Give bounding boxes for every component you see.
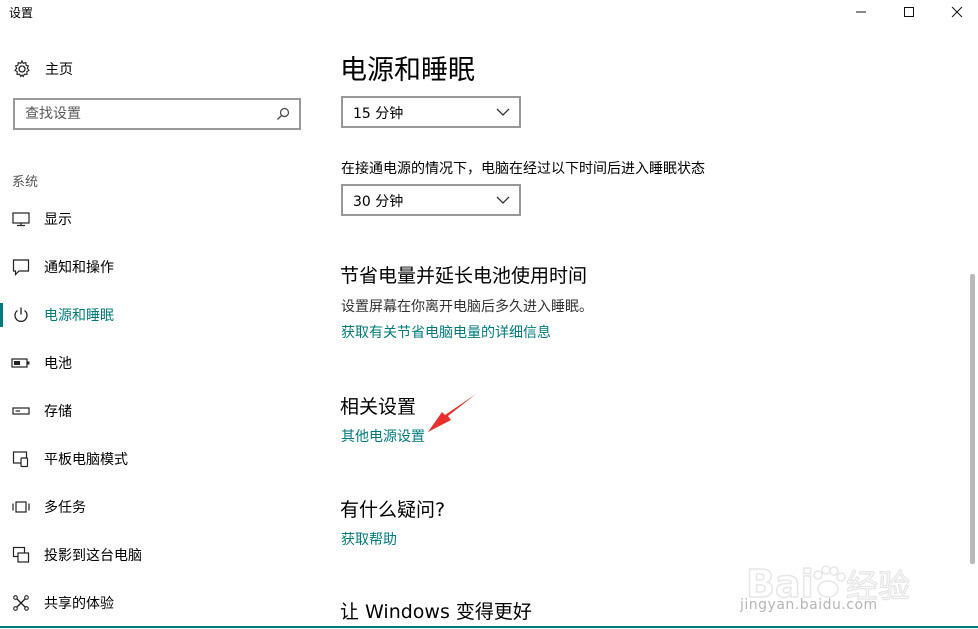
chevron-down-icon — [496, 108, 510, 116]
sidebar: 主页 系统 显示 通知和操作 电源和睡眠 电池 — [0, 24, 320, 629]
sidebar-item-shared-experience[interactable]: 共享的体验 — [0, 579, 320, 627]
chevron-down-icon — [496, 196, 510, 204]
minimize-icon — [856, 11, 866, 13]
main-content: 电源和睡眠 15 分钟 在接通电源的情况下，电脑在经过以下时间后进入睡眠状态 3… — [320, 24, 960, 629]
sidebar-item-tablet-mode[interactable]: 平板电脑模式 — [0, 435, 320, 483]
sidebar-item-project[interactable]: 投影到这台电脑 — [0, 531, 320, 579]
maximize-button[interactable] — [886, 0, 932, 24]
shared-experience-icon — [11, 593, 31, 613]
baidu-watermark-logo: Bai 经验 — [745, 561, 910, 607]
improve-windows-heading: 让 Windows 变得更好 — [340, 601, 532, 623]
annotation-arrow-icon — [428, 394, 476, 432]
screen-timeout-dropdown[interactable]: 15 分钟 — [341, 96, 521, 128]
sidebar-item-label: 电源和睡眠 — [44, 308, 114, 324]
save-power-info-link[interactable]: 获取有关节省电脑电量的详细信息 — [341, 322, 551, 342]
notification-icon — [11, 257, 31, 277]
save-power-description: 设置屏幕在你离开电脑后多久进入睡眠。 — [341, 299, 593, 315]
page-title: 电源和睡眠 — [340, 55, 475, 86]
sleep-timeout-dropdown[interactable]: 30 分钟 — [341, 184, 521, 216]
sidebar-item-multitask[interactable]: 多任务 — [0, 483, 320, 531]
scrollbar[interactable] — [970, 274, 975, 564]
sidebar-item-label: 通知和操作 — [44, 260, 114, 276]
sidebar-item-storage[interactable]: 存储 — [0, 387, 320, 435]
search-box[interactable] — [13, 98, 301, 130]
get-help-link[interactable]: 获取帮助 — [341, 529, 397, 549]
watermark-url: jingyan.baidu.com — [740, 597, 878, 613]
minimize-button[interactable] — [838, 0, 884, 24]
search-icon[interactable] — [273, 104, 293, 124]
sidebar-item-battery[interactable]: 电池 — [0, 339, 320, 387]
dropdown-value: 15 分钟 — [353, 106, 404, 122]
project-icon — [11, 545, 31, 565]
sidebar-item-label: 电池 — [44, 356, 72, 372]
sidebar-item-label: 多任务 — [44, 500, 86, 516]
section-label: 系统 — [12, 175, 39, 190]
sidebar-item-label: 显示 — [44, 212, 72, 228]
additional-power-settings-link[interactable]: 其他电源设置 — [341, 426, 425, 446]
sidebar-item-label: 投影到这台电脑 — [44, 548, 142, 564]
sleep-caption: 在接通电源的情况下，电脑在经过以下时间后进入睡眠状态 — [341, 161, 705, 177]
save-power-heading: 节省电量并延长电池使用时间 — [340, 265, 588, 287]
sidebar-item-notifications[interactable]: 通知和操作 — [0, 243, 320, 291]
question-heading: 有什么疑问? — [340, 499, 446, 521]
sidebar-item-label: 平板电脑模式 — [44, 452, 128, 468]
active-indicator — [0, 303, 3, 327]
tablet-mode-icon — [11, 449, 31, 469]
sidebar-item-label: 存储 — [44, 404, 72, 420]
battery-icon — [11, 353, 31, 373]
sidebar-item-display[interactable]: 显示 — [0, 195, 320, 243]
power-icon — [11, 305, 31, 325]
home-label: 主页 — [45, 62, 73, 78]
maximize-icon — [904, 7, 914, 17]
close-button[interactable] — [934, 0, 978, 24]
search-input[interactable] — [25, 104, 265, 124]
title-bar: 设置 — [0, 0, 978, 24]
app-title: 设置 — [9, 6, 34, 20]
sidebar-item-label: 共享的体验 — [44, 596, 114, 612]
home-link[interactable]: 主页 — [12, 57, 73, 81]
display-icon — [11, 209, 31, 229]
dropdown-value: 30 分钟 — [353, 194, 404, 210]
related-settings-heading: 相关设置 — [340, 396, 417, 418]
multitask-icon — [11, 497, 31, 517]
storage-icon — [11, 401, 31, 421]
gear-icon — [14, 59, 30, 78]
close-icon — [951, 6, 963, 18]
sidebar-item-power-sleep[interactable]: 电源和睡眠 — [0, 291, 320, 339]
